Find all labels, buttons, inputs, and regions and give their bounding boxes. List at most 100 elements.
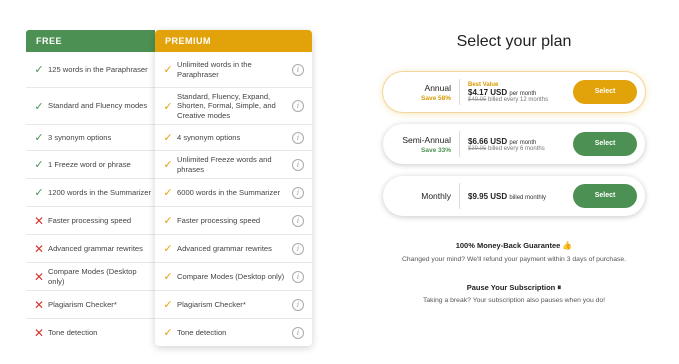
free-row: ✕ Faster processing speed xyxy=(26,207,155,235)
premium-row: ✓ Unlimited Freeze words and phrases i xyxy=(155,151,312,179)
plan-price-amount: $4.17 USD xyxy=(468,87,508,97)
feature-text: Plagiarism Checker* xyxy=(177,299,246,309)
check-icon: ✓ xyxy=(34,100,44,113)
premium-column: PREMIUM ✓ Unlimited words in the Paraphr… xyxy=(155,30,312,346)
plan-billed-text: billed every 6 months xyxy=(488,145,545,152)
plan-price-block: $9.95 USD billed monthly xyxy=(460,192,573,201)
plan-name-block: Annual Save 58% xyxy=(383,83,459,102)
free-row: ✕ Compare Modes (Desktop only) xyxy=(26,263,155,291)
check-icon: ✓ xyxy=(163,64,173,76)
plan-price-block: Best Value $4.17 USD per month $49.95 bi… xyxy=(460,82,573,103)
feature-text: Advanced grammar rewrites xyxy=(177,243,272,253)
cross-icon: ✕ xyxy=(33,297,45,312)
premium-row: ✓ Unlimited words in the Paraphraser i xyxy=(155,52,312,88)
plan-name: Monthly xyxy=(421,191,451,201)
feature-text: Standard and Fluency modes xyxy=(48,101,148,111)
info-icon[interactable]: i xyxy=(292,214,304,227)
free-row: ✕ Tone detection xyxy=(26,319,155,346)
pause-text: Taking a break? Your subscription also p… xyxy=(422,297,606,304)
feature-text: 4 synonym options xyxy=(177,132,241,142)
plan-card-monthly[interactable]: Monthly $9.95 USD billed monthly Select xyxy=(383,176,645,216)
pause-icon: ⏸ xyxy=(557,283,562,292)
feature-text: 1 Freeze word or phrase xyxy=(48,159,131,169)
plan-price-amount: $9.95 USD xyxy=(468,191,508,201)
guarantee-title: 100% Money-Back Guarantee 👍 xyxy=(380,241,648,250)
plan-price: $4.17 USD per month xyxy=(468,88,573,97)
cross-icon: ✕ xyxy=(33,213,45,228)
info-icon[interactable]: i xyxy=(292,158,304,171)
plan-name-block: Semi-Annual Save 33% xyxy=(383,135,459,154)
plan-price: $9.95 USD billed monthly xyxy=(468,192,573,201)
plan-old-price: $39.95 xyxy=(468,145,487,152)
select-monthly-button[interactable]: Select xyxy=(573,184,637,208)
feature-text: Advanced grammar rewrites xyxy=(48,243,143,253)
plan-name: Semi-Annual xyxy=(402,134,451,145)
plan-old-price: $49.95 xyxy=(468,96,487,103)
premium-row: ✓ Tone detection i xyxy=(155,319,312,346)
check-icon: ✓ xyxy=(163,299,173,311)
guarantee-text: Changed your mind? We'll refund your pay… xyxy=(401,256,627,263)
check-icon: ✓ xyxy=(163,100,173,113)
plan-billed: $49.95 billed every 12 months xyxy=(468,97,573,103)
free-column: FREE ✓ 125 words in the Paraphraser ✓ St… xyxy=(26,30,155,346)
feature-text: 125 words in the Paraphraser xyxy=(48,64,148,74)
check-icon: ✓ xyxy=(163,327,173,339)
plan-name: Annual xyxy=(424,82,451,93)
premium-row: ✓ Compare Modes (Desktop only) i xyxy=(155,263,312,291)
plan-card-annual[interactable]: Annual Save 58% Best Value $4.17 USD per… xyxy=(383,72,645,112)
free-row: ✓ Standard and Fluency modes xyxy=(26,88,155,125)
plan-billed-text: billed every 12 months xyxy=(488,96,549,103)
premium-header: PREMIUM xyxy=(155,30,312,52)
pause-title: Pause Your Subscription ⏸ xyxy=(380,283,648,293)
feature-text: 1200 words in the Summarizer xyxy=(48,187,151,197)
feature-text: Plagiarism Checker* xyxy=(48,299,117,309)
plan-price-amount: $6.66 USD xyxy=(468,136,508,146)
feature-text: Unlimited Freeze words and phrases xyxy=(177,154,272,174)
thumbs-up-icon: 👍 xyxy=(562,241,573,250)
feature-text: Compare Modes (Desktop only) xyxy=(177,271,285,281)
plan-title: Select your plan xyxy=(456,33,572,50)
info-icon[interactable]: i xyxy=(292,63,304,76)
free-row: ✓ 1200 words in the Summarizer xyxy=(26,179,155,207)
premium-row: ✓ Faster processing speed i xyxy=(155,207,312,235)
free-row: ✓ 1 Freeze word or phrase xyxy=(26,151,155,179)
info-icon[interactable]: i xyxy=(292,242,304,255)
info-icon[interactable]: i xyxy=(292,326,304,339)
feature-text: 3 synonym options xyxy=(48,132,112,142)
info-icon[interactable]: i xyxy=(292,298,304,311)
info-icon[interactable]: i xyxy=(292,270,304,283)
check-icon: ✓ xyxy=(163,243,173,255)
feature-text: Standard, Fluency, Expand, Shorten, Form… xyxy=(177,91,276,120)
select-annual-button[interactable]: Select xyxy=(573,80,637,104)
plan-per: billed monthly xyxy=(509,194,547,201)
plan-card-semi-annual[interactable]: Semi-Annual Save 33% $6.66 USD per month… xyxy=(383,124,645,164)
check-icon: ✓ xyxy=(163,187,173,199)
feature-text: Tone detection xyxy=(177,327,227,337)
check-icon: ✓ xyxy=(34,132,44,144)
feature-text: Unlimited words in the Paraphraser xyxy=(177,59,252,79)
guarantee-title-text: 100% Money-Back Guarantee xyxy=(455,241,561,250)
feature-text: Tone detection xyxy=(48,327,98,337)
info-icon[interactable]: i xyxy=(292,131,304,144)
cross-icon: ✕ xyxy=(33,325,45,340)
plan-price: $6.66 USD per month xyxy=(468,137,573,146)
free-row: ✓ 3 synonym options xyxy=(26,125,155,151)
feature-text: Faster processing speed xyxy=(48,215,132,225)
free-row: ✕ Plagiarism Checker* xyxy=(26,291,155,319)
feature-text: 6000 words in the Summarizer xyxy=(177,187,280,197)
feature-text: Faster processing speed xyxy=(177,215,261,225)
check-icon: ✓ xyxy=(34,187,44,199)
cross-icon: ✕ xyxy=(33,269,45,284)
select-semi-annual-button[interactable]: Select xyxy=(573,132,637,156)
premium-row: ✓ Advanced grammar rewrites i xyxy=(155,235,312,263)
info-icon[interactable]: i xyxy=(292,100,304,112)
check-icon: ✓ xyxy=(163,215,173,227)
plan-price-block: $6.66 USD per month $39.95 billed every … xyxy=(460,137,573,152)
pause-title-text: Pause Your Subscription xyxy=(466,283,556,292)
free-row: ✕ Advanced grammar rewrites xyxy=(26,235,155,263)
premium-row: ✓ 6000 words in the Summarizer i xyxy=(155,179,312,207)
plan-save: Save 33% xyxy=(421,146,451,154)
info-icon[interactable]: i xyxy=(292,186,304,199)
check-icon: ✓ xyxy=(163,159,173,171)
free-header: FREE xyxy=(26,30,155,52)
